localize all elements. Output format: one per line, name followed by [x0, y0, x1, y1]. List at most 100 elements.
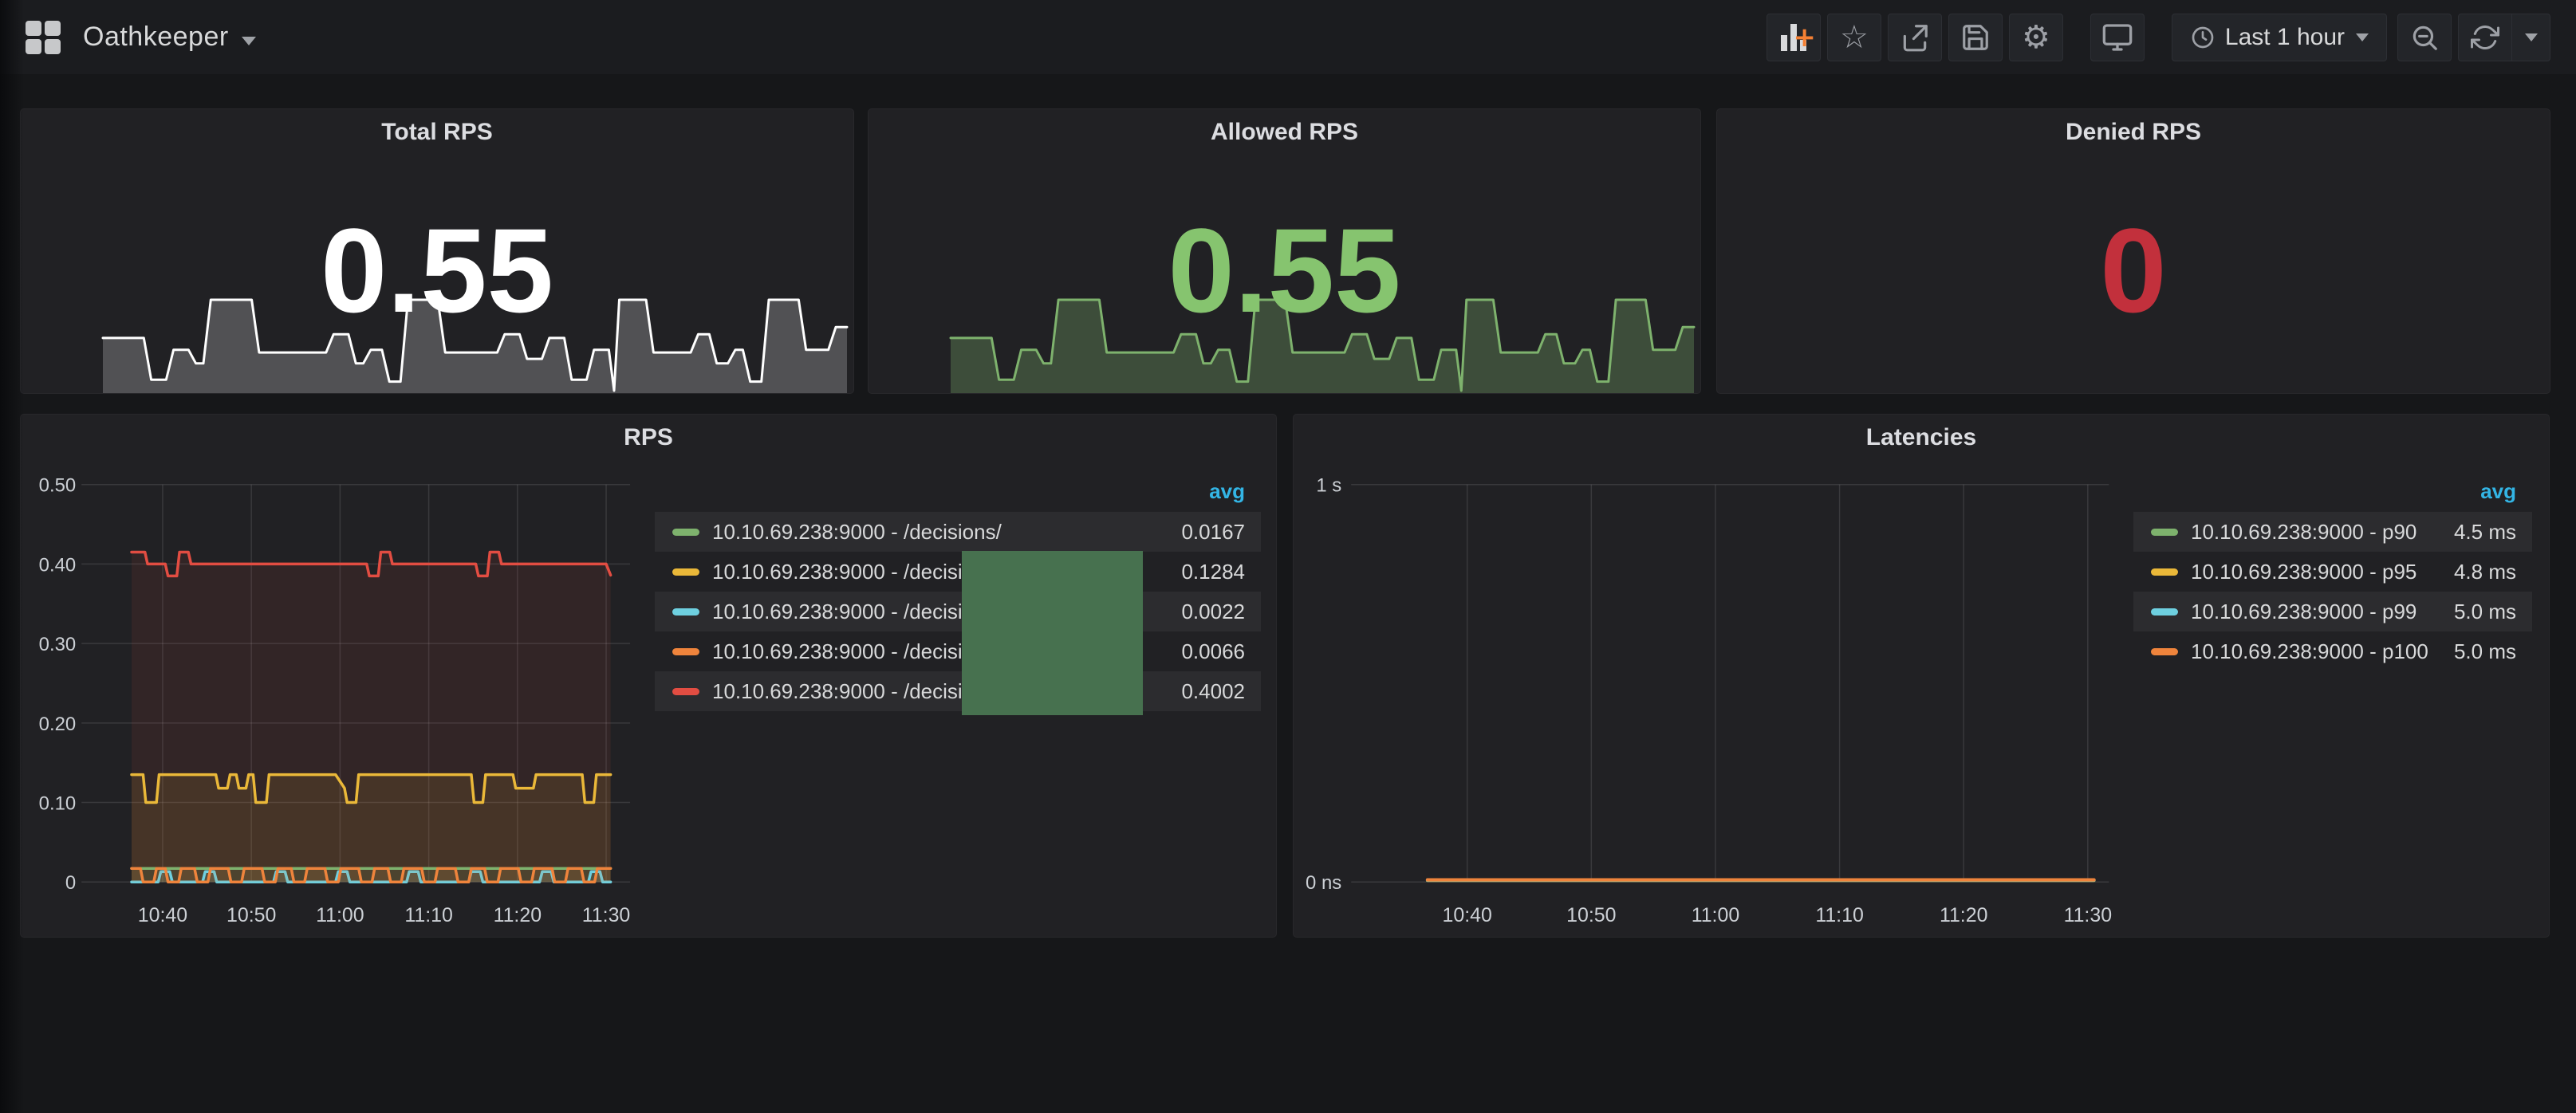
panel-title[interactable]: RPS: [21, 424, 1276, 451]
time-range-picker[interactable]: Last 1 hour: [2172, 14, 2387, 61]
save-dashboard-button[interactable]: [1948, 14, 2003, 61]
panel-rps-graph: RPS 0 0.10 0.20 0.30 0.40 0.50 10:40 10:50 11:00…: [20, 414, 1277, 938]
panel-title[interactable]: Total RPS: [21, 119, 853, 146]
refresh-icon: [2471, 23, 2499, 52]
panel-title[interactable]: Allowed RPS: [869, 119, 1700, 146]
refresh-button-group: [2458, 14, 2550, 61]
legend-row[interactable]: 10.10.69.238:9000 - /decisions/0.0167: [655, 512, 1261, 552]
legend-avg-header[interactable]: avg: [2133, 470, 2532, 512]
x-tick-label: 11:10: [1815, 904, 1863, 926]
x-tick-label: 11:20: [1940, 904, 1987, 926]
x-tick-label: 10:40: [1443, 904, 1492, 926]
series-name: 10.10.69.238:9000 - /decisions/: [712, 679, 1002, 704]
series-color-swatch-icon[interactable]: [2151, 648, 2178, 655]
panel-latencies-graph: Latencies 0 ns1 s10:4010:5011:0011:1011:…: [1293, 414, 2550, 938]
panel-title[interactable]: Denied RPS: [1717, 119, 2550, 146]
legend-row[interactable]: 10.10.69.238:9000 - /decisions/0.0022: [655, 592, 1261, 631]
series-name: 10.10.69.238:9000 - /decisions/: [712, 520, 1002, 545]
x-tick-label: 10:40: [138, 904, 187, 926]
x-tick-label: 10:50: [1566, 904, 1616, 926]
y-tick-label: 1 s: [1316, 475, 1341, 497]
x-tick-label: 11:10: [404, 904, 452, 926]
refresh-interval-caret-icon: [2525, 33, 2538, 41]
legend-row[interactable]: 10.10.69.238:9000 - p995.0 ms: [2133, 592, 2532, 631]
save-icon: [1960, 22, 1991, 53]
legend-row[interactable]: 10.10.69.238:9000 - p100 5.0 ms: [2133, 631, 2532, 671]
dashboard-settings-button[interactable]: ⚙: [2009, 14, 2063, 61]
series-color-swatch-icon[interactable]: [672, 529, 699, 536]
series-avg-value: 5.0 ms: [2454, 639, 2516, 664]
y-tick-label: 0.30: [39, 634, 77, 655]
navbar: Oathkeeper + ☆: [0, 0, 2576, 74]
legend-row[interactable]: 10.10.69.238:9000 - /decisions/0.4002: [655, 671, 1261, 711]
refresh-interval-button[interactable]: [2512, 14, 2550, 61]
series-color-swatch-icon[interactable]: [672, 608, 699, 615]
legend-avg-header[interactable]: avg: [655, 470, 1261, 512]
series-avg-value: 4.8 ms: [2454, 560, 2516, 584]
add-panel-icon: +: [1781, 24, 1806, 51]
series-name: 10.10.69.238:9000 - /decisions/: [712, 639, 1002, 664]
legend-rows: 10.10.69.238:9000 - p904.5 ms10.10.69.23…: [2133, 512, 2532, 671]
legend-rows: 10.10.69.238:9000 - /decisions/0.016710.…: [655, 512, 1261, 711]
star-dashboard-button[interactable]: ☆: [1827, 14, 1881, 61]
legend-row[interactable]: 10.10.69.238:9000 - p95 4.8 ms: [2133, 552, 2532, 592]
dashboard-grid-icon[interactable]: [26, 21, 61, 54]
y-tick-label: 0.40: [39, 554, 77, 576]
y-tick-label: 0.50: [39, 475, 77, 497]
time-range-caret-icon: [2356, 33, 2369, 41]
x-tick-label: 11:00: [316, 904, 364, 926]
zoom-out-button[interactable]: [2397, 14, 2452, 61]
series-name: 10.10.69.238:9000 - /decisions/: [712, 560, 1002, 584]
share-icon: [1900, 22, 1930, 53]
panel-allowed-rps: Allowed RPS 0.55: [868, 108, 1701, 394]
green-highlight-overlay: [962, 551, 1143, 715]
zoom-out-icon: [2409, 22, 2440, 53]
series-name: 10.10.69.238:9000 - /decisions/: [712, 600, 1002, 624]
y-tick-label: 0.10: [39, 792, 77, 814]
x-tick-label: 11:30: [582, 904, 630, 926]
x-tick-label: 11:00: [1692, 904, 1739, 926]
x-tick-label: 10:50: [226, 904, 276, 926]
y-tick-label: 0: [65, 872, 76, 894]
monitor-icon: [2101, 22, 2133, 53]
stat-value: 0.55: [21, 205, 853, 336]
series-avg-value: 0.0066: [1181, 639, 1245, 664]
panel-title[interactable]: Latencies: [1294, 424, 2549, 451]
series-name: 10.10.69.238:9000 - p99: [2191, 600, 2416, 624]
add-panel-button[interactable]: +: [1767, 14, 1821, 61]
series-avg-value: 4.5 ms: [2454, 520, 2516, 545]
legend-row[interactable]: 10.10.69.238:9000 - /decisions/0.1284: [655, 552, 1261, 592]
series-name: 10.10.69.238:9000 - p100: [2191, 639, 2428, 664]
x-tick-label: 11:30: [2064, 904, 2112, 926]
series-avg-value: 0.1284: [1181, 560, 1245, 584]
panel-denied-rps: Denied RPS 0: [1716, 108, 2550, 394]
series-color-swatch-icon[interactable]: [672, 688, 699, 695]
gear-icon: ⚙: [2022, 22, 2050, 53]
series-color-swatch-icon[interactable]: [2151, 608, 2178, 615]
y-tick-label: 0.20: [39, 714, 77, 735]
series-name: 10.10.69.238:9000 - p90: [2191, 520, 2416, 545]
series-color-swatch-icon[interactable]: [2151, 568, 2178, 576]
legend-row[interactable]: 10.10.69.238:9000 - /decisions/0.0066: [655, 631, 1261, 671]
series-avg-value: 0.4002: [1181, 679, 1245, 704]
series-avg-value: 0.0022: [1181, 600, 1245, 624]
series-color-swatch-icon[interactable]: [672, 648, 699, 655]
navbar-actions: + ☆ ⚙: [1767, 14, 2550, 61]
grafana-dashboard: Oathkeeper + ☆: [0, 0, 2576, 1113]
series-avg-value: 0.0167: [1181, 520, 1245, 545]
latencies-legend: avg 10.10.69.238:9000 - p904.5 ms10.10.6…: [2133, 470, 2532, 671]
share-dashboard-button[interactable]: [1888, 14, 1942, 61]
refresh-button[interactable]: [2458, 14, 2512, 61]
time-range-label: Last 1 hour: [2225, 24, 2345, 51]
stat-value: 0.55: [869, 205, 1700, 336]
series-name: 10.10.69.238:9000 - p95: [2191, 560, 2416, 584]
series-color-swatch-icon[interactable]: [672, 568, 699, 576]
legend-row[interactable]: 10.10.69.238:9000 - p90 4.5 ms: [2133, 512, 2532, 552]
dashboard-title-caret-icon[interactable]: [242, 37, 256, 45]
cycle-view-mode-button[interactable]: [2090, 14, 2145, 61]
dashboard-title[interactable]: Oathkeeper: [83, 22, 229, 53]
x-tick-label: 11:20: [494, 904, 542, 926]
stat-value: 0: [1717, 205, 2550, 336]
clock-icon: [2190, 25, 2216, 50]
series-color-swatch-icon[interactable]: [2151, 529, 2178, 536]
